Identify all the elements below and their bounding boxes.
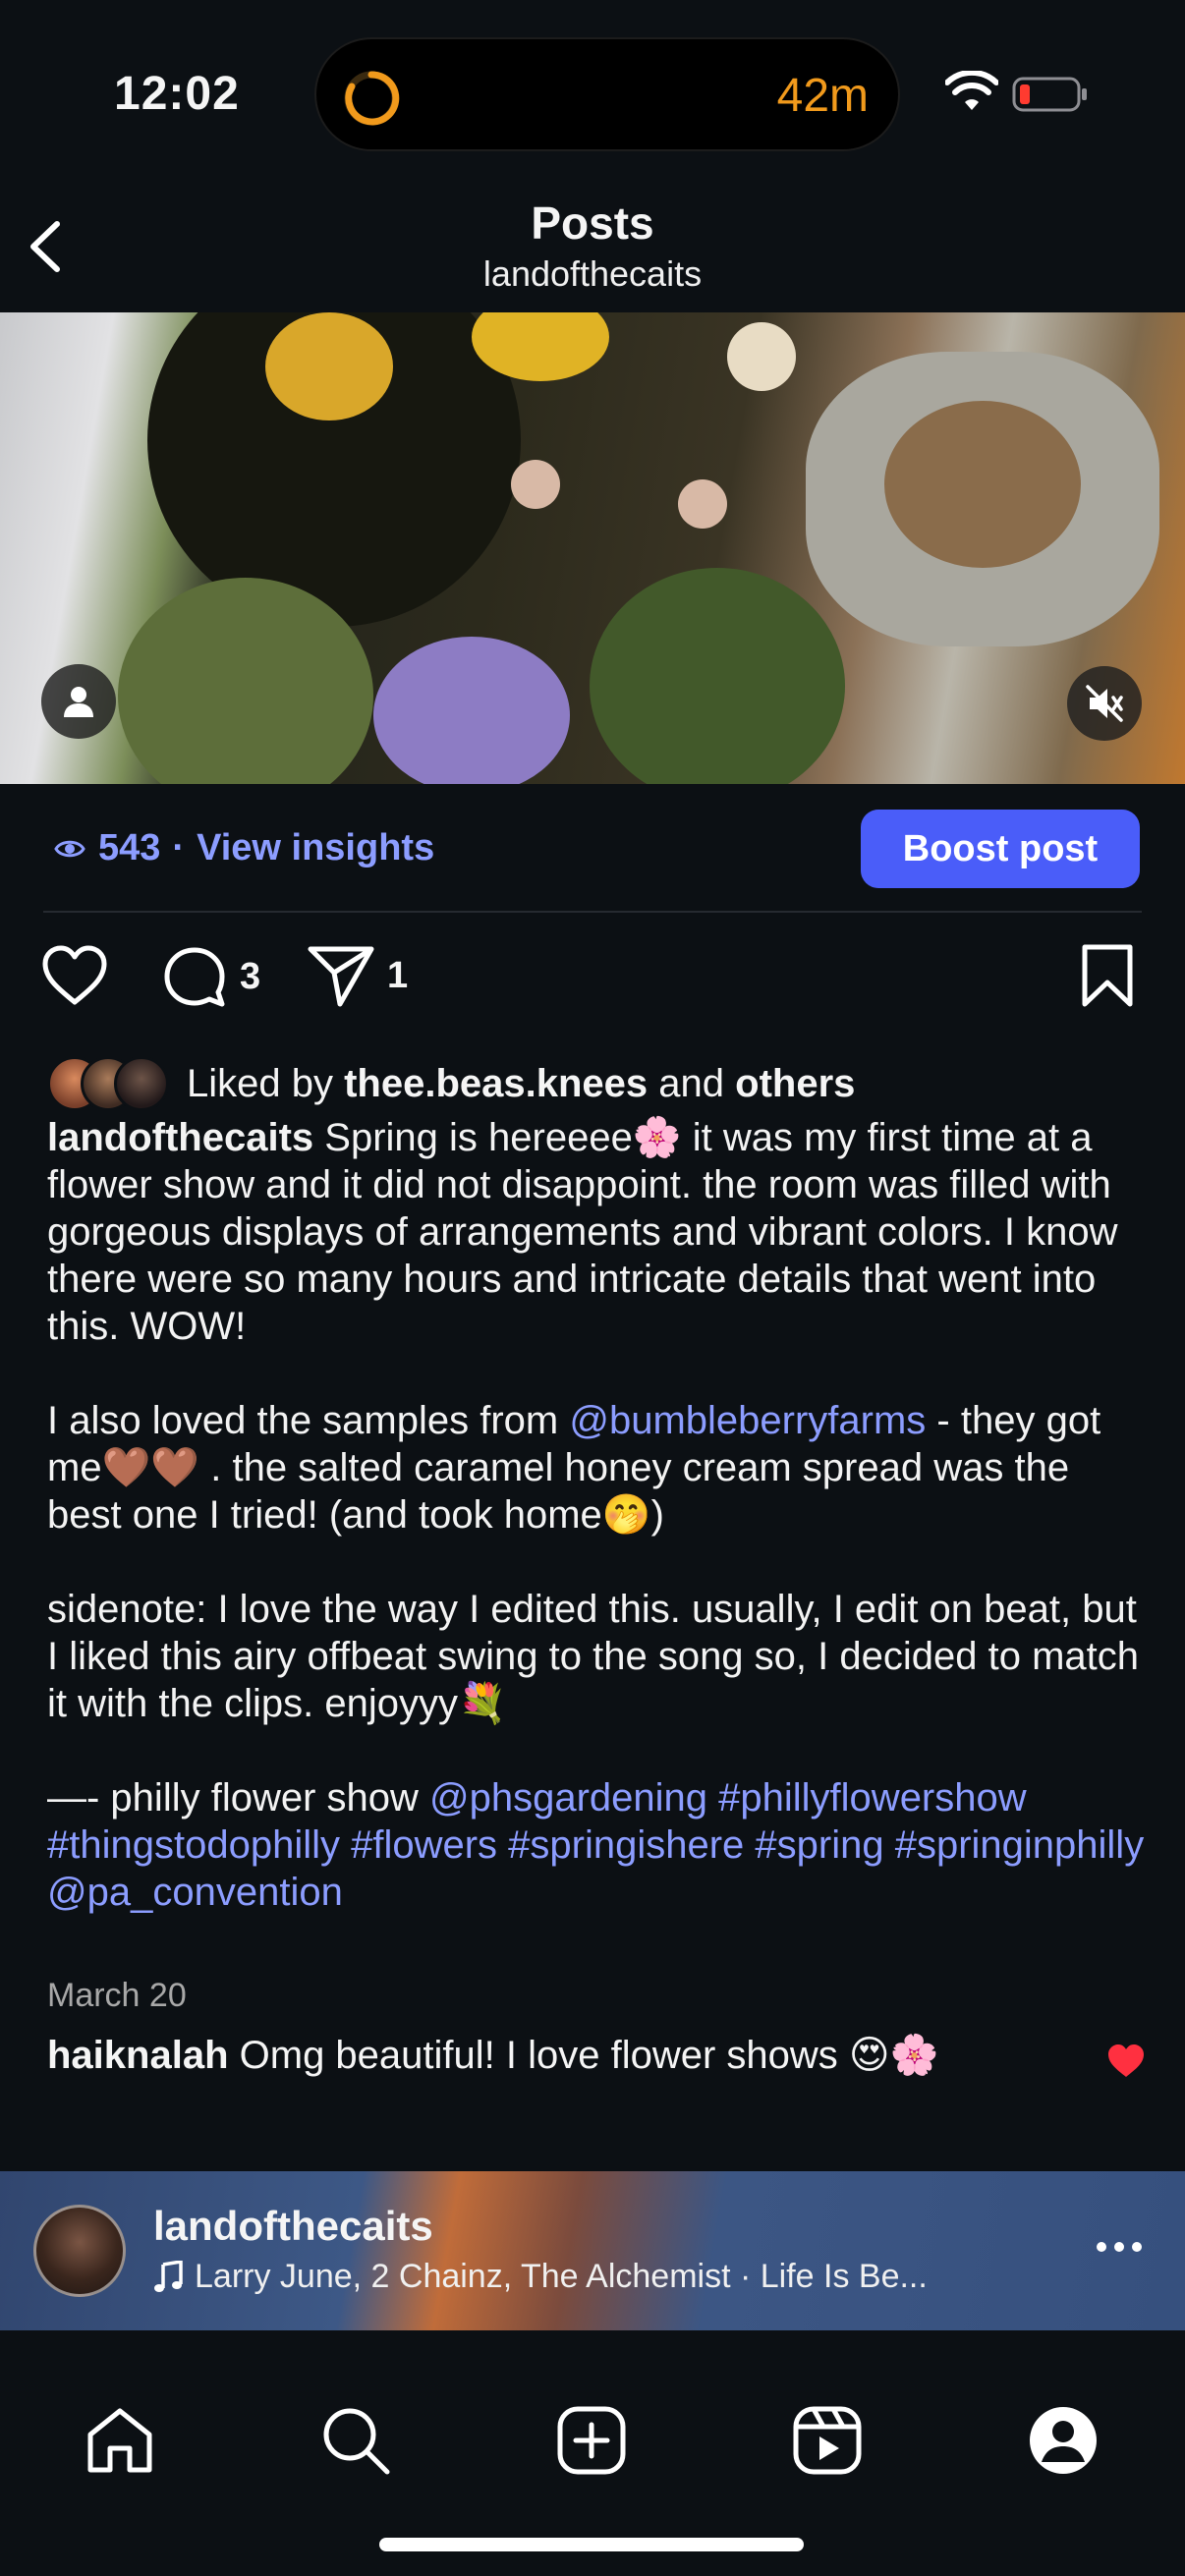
page-subtitle[interactable]: landofthecaits (0, 253, 1185, 295)
share-button[interactable]: 1 (307, 943, 408, 1008)
chair-cushion (884, 401, 1081, 568)
view-insights-link[interactable]: 543 · View insights (53, 827, 434, 869)
liked-by-others[interactable]: others (735, 1062, 855, 1106)
share-count: 1 (387, 954, 409, 996)
bookmark-icon (1082, 944, 1133, 1007)
caption-paragraph: sidenote: I love the way I edited this. … (47, 1586, 1148, 1727)
liked-by-and: and (658, 1061, 725, 1105)
page-header: Posts landofthecaits (0, 187, 1185, 312)
now-playing-username[interactable]: landofthecaits (153, 2203, 433, 2250)
boost-post-button[interactable]: Boost post (861, 810, 1140, 888)
divider (43, 911, 1142, 913)
home-indicator (379, 2538, 804, 2551)
status-bar: 12:02 42m (0, 0, 1185, 187)
liked-by-prefix: Liked by (187, 1061, 333, 1105)
liker-avatars (47, 1056, 175, 1111)
comment-icon (164, 947, 225, 1007)
liker-username[interactable]: thee.beas.knees (344, 1062, 648, 1106)
caption-paragraph: landofthecaits Spring is hereeee🌸 it was… (47, 1114, 1148, 1350)
post-caption: landofthecaits Spring is hereeee🌸 it was… (47, 1114, 1148, 1963)
purple-flowers (373, 637, 570, 784)
liked-heart-icon[interactable] (1106, 2044, 1146, 2079)
reels-icon[interactable] (790, 2403, 865, 2478)
create-icon[interactable] (554, 2403, 629, 2478)
muted-speaker-icon (1086, 685, 1123, 722)
separator-dot: · (172, 827, 186, 868)
view-count: 543 (98, 827, 161, 868)
wifi-icon (945, 71, 998, 110)
post-actions: 3 1 (0, 943, 1185, 1022)
page-title: Posts (531, 197, 654, 249)
like-button[interactable] (39, 943, 110, 1008)
now-playing-track[interactable]: Larry June, 2 Chainz, The Alchemist · Li… (153, 2258, 928, 2296)
avatar[interactable] (33, 2205, 126, 2297)
home-icon[interactable] (83, 2403, 157, 2478)
pink-bud (511, 460, 560, 509)
caption-username[interactable]: landofthecaits (47, 1116, 313, 1159)
pink-bud-2 (678, 479, 727, 529)
caption-text: I also loved the samples from (47, 1399, 559, 1442)
profile-icon[interactable] (1026, 2403, 1100, 2478)
comment-text: Omg beautiful! I love flower shows 😍🌸 (239, 2034, 939, 2077)
caption-paragraph: I also loved the samples from @bumbleber… (47, 1397, 1148, 1539)
comment-button[interactable]: 3 (161, 943, 260, 1010)
send-icon (308, 946, 374, 1007)
white-flower (727, 322, 796, 391)
music-note-icon (154, 2260, 183, 2292)
caption-text: sidenote: I love the way I edited this. … (47, 1588, 1139, 1725)
dynamic-island[interactable]: 42m (314, 37, 900, 151)
timer-icon (344, 71, 400, 126)
greenery-2 (590, 568, 845, 784)
post-video[interactable] (0, 312, 1185, 784)
view-insights-label: View insights (197, 827, 435, 868)
comment-count: 3 (240, 955, 261, 997)
battery-low-icon (1012, 77, 1087, 112)
insights-row: 543 · View insights Boost post (0, 784, 1185, 912)
person-icon (64, 687, 93, 717)
caption-paragraph: —- philly flower show @phsgardening #phi… (47, 1774, 1148, 1916)
more-options-icon[interactable] (1093, 2232, 1146, 2262)
comment-username[interactable]: haiknalah (47, 2034, 229, 2077)
caption-text: —- philly flower show (47, 1776, 419, 1820)
search-icon[interactable] (318, 2403, 393, 2478)
status-time: 12:02 (114, 68, 240, 120)
heart-icon (42, 945, 107, 1005)
tagged-users-button[interactable] (41, 664, 116, 739)
avatar (114, 1056, 169, 1111)
eye-icon (54, 840, 85, 857)
save-button[interactable] (1079, 943, 1136, 1008)
activity-timer: 42m (776, 70, 869, 122)
track-title: Larry June, 2 Chainz, The Alchemist · Li… (195, 2258, 928, 2295)
comment-preview[interactable]: haiknalah Omg beautiful! I love flower s… (47, 2032, 938, 2078)
now-playing-bar[interactable]: landofthecaits Larry June, 2 Chainz, The… (0, 2171, 1185, 2330)
yellow-flowers (265, 312, 393, 420)
liked-by-row[interactable]: Liked by thee.beas.knees and others (47, 1053, 855, 1114)
mention-link[interactable]: @bumbleberryfarms (569, 1399, 926, 1442)
mute-button[interactable] (1067, 666, 1142, 741)
post-date: March 20 (47, 1977, 187, 2014)
